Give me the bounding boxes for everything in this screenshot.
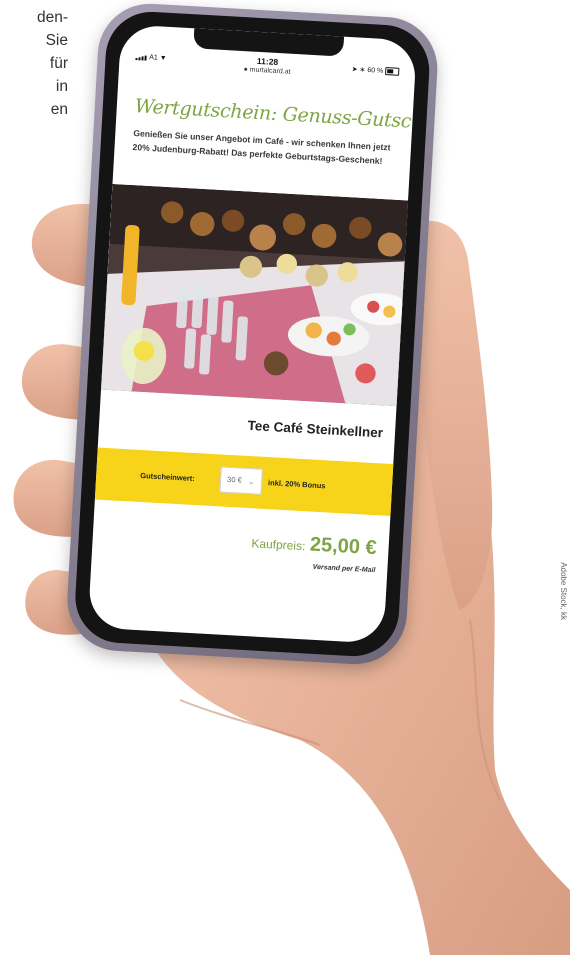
voucher-value-label: Gutscheinwert: <box>140 470 196 484</box>
shipping-note: Versand per E-Mail <box>312 563 376 575</box>
location-icon: ➤ <box>351 66 358 74</box>
buffet-image <box>100 183 417 407</box>
phone-bezel: A1 ▼ 11:28 ● murtalcard.at ➤ ∗ 60 % Wert… <box>72 9 432 659</box>
chevron-down-icon: ⌄ <box>247 475 256 487</box>
battery-icon <box>384 67 400 76</box>
price-label: Kaufpreis: <box>251 536 306 554</box>
cafe-photo <box>100 183 417 407</box>
voucher-bonus-text: inkl. 20% Bonus <box>267 478 326 491</box>
page-content: Wertgutschein: Genuss-Gutschein Genießen… <box>132 87 417 169</box>
price-value: 25,00 € <box>309 533 378 560</box>
phone-notch <box>193 28 345 57</box>
smartphone-frame: A1 ▼ 11:28 ● murtalcard.at ➤ ∗ 60 % Wert… <box>64 1 441 667</box>
battery-percent: 60 % <box>367 67 384 75</box>
voucher-selected-value: 30 € <box>226 474 243 485</box>
phone-screen: A1 ▼ 11:28 ● murtalcard.at ➤ ∗ 60 % Wert… <box>87 24 417 644</box>
voucher-selection-bar: Gutscheinwert: 30 € ⌄ inkl. 20% Bonus <box>94 447 404 517</box>
photo-credit: Adobe Stock, kk <box>559 562 568 620</box>
voucher-value-select[interactable]: 30 € ⌄ <box>219 466 263 495</box>
bluetooth-icon: ∗ <box>359 66 366 74</box>
intro-text: Genießen Sie unser Angebot im Café - wir… <box>132 128 391 166</box>
page-title: Wertgutschein: Genuss-Gutschein <box>134 95 417 135</box>
cafe-name: Tee Café Steinkellner <box>247 417 384 441</box>
price-row: Kaufpreis: 25,00 € <box>251 530 377 560</box>
lock-icon: ● <box>243 66 248 74</box>
url-text: murtalcard.at <box>249 66 291 76</box>
